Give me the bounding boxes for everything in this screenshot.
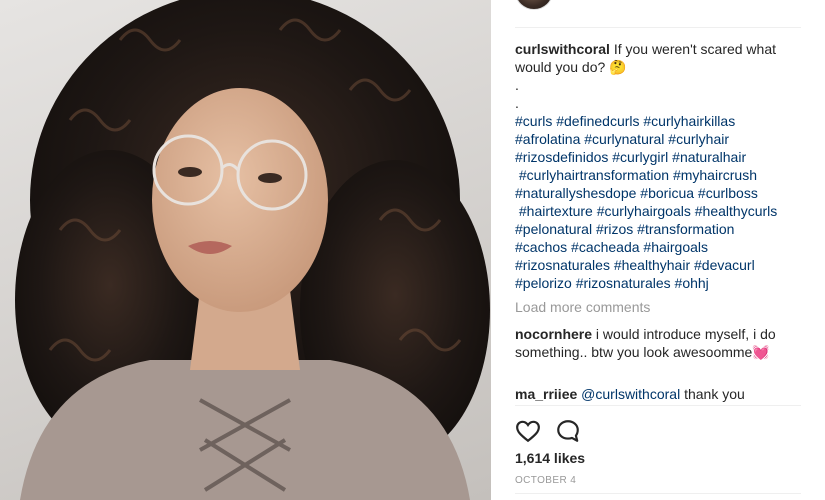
hashtag-link[interactable]: #cachos #cacheada #hairgoals: [515, 239, 708, 255]
hashtag-link[interactable]: #pelorizo #rizosnaturales #ohhj: [515, 275, 709, 291]
hashtag-line: #rizosnaturales #healthyhair #devacurl: [515, 256, 803, 274]
hashtag-line: #hairtexture #curlyhairgoals #healthycur…: [515, 202, 803, 220]
post-date[interactable]: OCTOBER 4: [515, 475, 576, 486]
hashtag-line: #curlyhairtransformation #myhaircrush: [515, 166, 803, 184]
avatar[interactable]: [515, 0, 553, 10]
footer-divider: [515, 493, 801, 494]
hashtag-link[interactable]: #curls #definedcurls #curlyhairkillas: [515, 113, 735, 129]
comment-item: ma_rriiee @curlswithcoral thank you: [515, 385, 803, 403]
portrait-photo-icon: [15, 0, 490, 500]
post-photo[interactable]: [0, 0, 491, 500]
hashtag-line: #rizosdefinidos #curlygirl #naturalhair: [515, 148, 803, 166]
hashtag-link[interactable]: #afrolatina #curlynatural #curlyhair: [515, 131, 729, 147]
comment-author-link[interactable]: ma_rriiee: [515, 386, 577, 402]
hashtag-line: #cachos #cacheada #hairgoals: [515, 238, 803, 256]
comment-text: thank you: [684, 386, 745, 402]
actions-divider: [515, 405, 801, 406]
hashtag-line: #naturallyshesdope #boricua #curlboss: [515, 184, 803, 202]
post-details-panel: curlswithcoral If you weren't scared wha…: [491, 0, 825, 500]
hashtag-link[interactable]: #pelonatural #rizos #transformation: [515, 221, 734, 237]
caption-author-link[interactable]: curlswithcoral: [515, 41, 610, 57]
hashtag-line: #pelorizo #rizosnaturales #ohhj: [515, 274, 803, 292]
comment-mention-link[interactable]: @curlswithcoral: [581, 386, 680, 402]
hashtag-link[interactable]: #rizosdefinidos #curlygirl #naturalhair: [515, 149, 746, 165]
caption-dot: .: [515, 95, 519, 111]
hashtag-link[interactable]: #naturallyshesdope #boricua #curlboss: [515, 185, 758, 201]
comment-button[interactable]: [555, 418, 581, 444]
post-caption: curlswithcoral If you weren't scared wha…: [515, 40, 803, 292]
likes-count[interactable]: 1,614 likes: [515, 450, 585, 466]
caption-dot: .: [515, 77, 519, 93]
hashtag-line: #pelonatural #rizos #transformation: [515, 220, 803, 238]
hashtag-line: #curls #definedcurls #curlyhairkillas: [515, 112, 803, 130]
comment-item: nocornhere i would introduce myself, i d…: [515, 325, 803, 361]
hashtag-link[interactable]: #rizosnaturales #healthyhair #devacurl: [515, 257, 755, 273]
hashtag-link[interactable]: #hairtexture #curlyhairgoals #healthycur…: [515, 203, 777, 219]
heart-outline-icon: [516, 420, 540, 443]
comment-author-link[interactable]: nocornhere: [515, 326, 592, 342]
load-more-comments-button[interactable]: Load more comments: [515, 299, 650, 315]
hashtag-link[interactable]: #curlyhairtransformation #myhaircrush: [515, 167, 757, 183]
hashtag-line: #afrolatina #curlynatural #curlyhair: [515, 130, 803, 148]
speech-bubble-icon: [557, 420, 579, 442]
caption-first-line: curlswithcoral If you weren't scared wha…: [515, 40, 803, 76]
header-divider: [515, 27, 801, 28]
like-button[interactable]: [515, 418, 541, 444]
hashtag-list: #curls #definedcurls #curlyhairkillas #a…: [515, 112, 803, 292]
